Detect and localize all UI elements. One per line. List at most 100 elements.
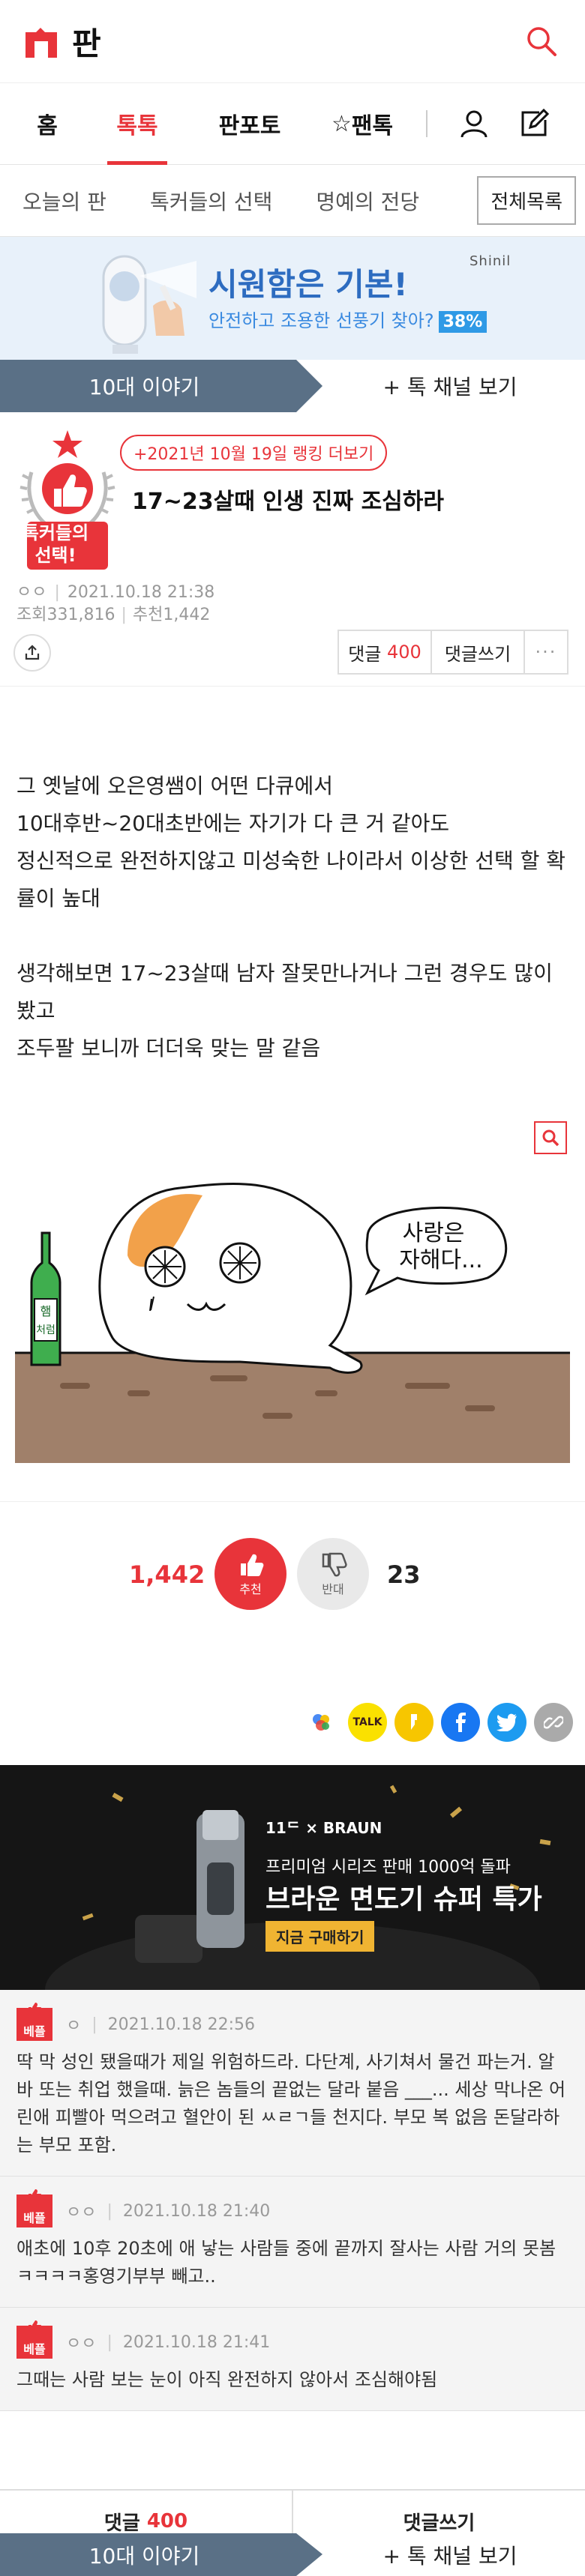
- kakaotalk-share-button[interactable]: TALK: [348, 1703, 387, 1742]
- bottle-label-1: 햄: [40, 1304, 52, 1318]
- nav-divider: [426, 110, 428, 137]
- comment-sep: |: [92, 2015, 98, 2034]
- comments-button-label: 댓글: [104, 2512, 140, 2535]
- top-bar: 판: [0, 0, 585, 82]
- channel-bar: 10대 이야기 + 톡 채널 보기: [0, 360, 585, 412]
- comment-user: ㅇㅇ: [66, 2204, 97, 2222]
- body-line: 정신적으로 완전하지않고 미성숙한 나이라서 이상한 선택 할 확률이 높대: [16, 848, 566, 911]
- ad-subline-text: 안전하고 조용한 선풍기 찾아?: [208, 310, 434, 331]
- subnav-talkers-choice[interactable]: 톡커들의 선택: [150, 186, 272, 216]
- n-logo-icon: [26, 25, 58, 58]
- nav-panfoto[interactable]: 판포토: [194, 82, 306, 165]
- post-title: 17~23살때 인생 진짜 조심하라: [132, 489, 444, 515]
- post-illustration: 사랑은 자해다... 햄 처럼: [15, 1165, 570, 1463]
- star-icon: ☆: [331, 110, 352, 137]
- comment-item: 베플 ㅇㅇ | 2021.10.18 21:40 애초에 10후 20초에 애 낳는…: [0, 2177, 585, 2308]
- more-options-button[interactable]: ···: [525, 631, 567, 673]
- best-thumb-icon: [28, 2320, 42, 2331]
- my-page-button[interactable]: [444, 82, 504, 165]
- kakaostory-icon: [411, 1714, 417, 1730]
- best-label: 베플: [23, 2342, 46, 2356]
- channel-more-link-bottom[interactable]: + 톡 채널 보기: [322, 2533, 585, 2576]
- body-line: [16, 917, 572, 955]
- subnav-today[interactable]: 오늘의 판: [22, 186, 106, 216]
- copy-link-button[interactable]: [534, 1703, 573, 1742]
- logo-text: 판: [72, 25, 101, 62]
- google-share-button[interactable]: [302, 1703, 340, 1742]
- subnav-hall-of-fame[interactable]: 명예의 전당: [316, 186, 419, 216]
- best-thumb-icon: [28, 2189, 42, 2200]
- meta-separator-2: |: [121, 606, 127, 624]
- image-zoom-button[interactable]: [534, 1121, 567, 1154]
- recs-count: 1,442: [163, 606, 211, 624]
- comment-user: ㅇ: [66, 2017, 82, 2036]
- post-meta-author: ㅇㅇ | 2021.10.18 21:38: [16, 579, 214, 603]
- comment-date: 2021.10.18 21:41: [122, 2332, 271, 2352]
- post-date: 2021.10.18 21:38: [67, 583, 215, 602]
- fan-product-image: [93, 246, 198, 358]
- ad-bottom-cta[interactable]: 지금 구매하기: [266, 1921, 375, 1952]
- ad-brand: Shinil: [470, 253, 512, 269]
- comment-user: ㅇㅇ: [66, 2335, 97, 2353]
- write-comment-button[interactable]: 댓글쓰기: [432, 631, 525, 673]
- upvote-label: 추천: [239, 1582, 262, 1596]
- search-icon: [527, 27, 556, 56]
- post-comment-actions: 댓글 400 댓글쓰기 ···: [338, 630, 568, 675]
- facebook-share-button[interactable]: [441, 1703, 480, 1742]
- downvote-button[interactable]: 반대: [297, 1538, 369, 1610]
- badge-text: 톡커들의 선택!: [15, 522, 96, 567]
- channel-name[interactable]: 10대 이야기: [0, 360, 322, 412]
- vote-section: 1,442 추천 반대 23: [0, 1501, 585, 1681]
- user-icon: [460, 110, 488, 138]
- channel-bar-bottom: 10대 이야기 + 톡 채널 보기: [0, 2533, 585, 2576]
- comment-header: 베플 ㅇㅇ | 2021.10.18 21:41: [16, 2320, 568, 2360]
- comment-item: 베플 ㅇ | 2021.10.18 22:56 딱 막 성인 됐을때가 제일 위험하…: [0, 1990, 585, 2177]
- ad-headline: 시원함은 기본!: [208, 266, 408, 303]
- best-comments: 베플 ㅇ | 2021.10.18 22:56 딱 막 성인 됐을때가 제일 위험하…: [0, 1990, 585, 2411]
- views-count: 331,816: [46, 606, 116, 624]
- meta-separator: |: [54, 583, 60, 602]
- twitter-share-button[interactable]: [488, 1703, 526, 1742]
- ranking-more-link[interactable]: +2021년 10월 19일 랭킹 더보기: [120, 435, 388, 471]
- post-meta-stats: 조회331,816 | 추천1,442: [16, 601, 210, 625]
- fan-ad-banner[interactable]: 시원함은 기본! 안전하고 조용한 선풍기 찾아? 38% Shinil: [0, 237, 585, 360]
- sub-nav: 오늘의 판 톡커들의 선택 명예의 전당 전체목록: [0, 165, 585, 237]
- twitter-icon: [496, 1713, 517, 1731]
- ad-bottom-line2: 브라운 면도기 슈퍼 특가: [266, 1884, 542, 1915]
- upvote-button[interactable]: 추천: [214, 1538, 286, 1610]
- braun-ad-banner[interactable]: 11ᄃ × BRAUN 프리미엄 시리즈 판매 1000억 돌파 브라운 면도기…: [0, 1765, 585, 1990]
- best-label: 베플: [23, 2211, 46, 2225]
- recs-label: 추천: [132, 606, 164, 624]
- post-body: 그 옛날에 오은영쌤이 어떤 다큐에서 10대후반~20대초반에는 자기가 다 …: [16, 767, 572, 1067]
- best-comment-badge: 베플: [16, 2003, 52, 2041]
- ad-bottom-line1: 프리미엄 시리즈 판매 1000억 돌파: [266, 1858, 511, 1877]
- main-nav: 홈 톡톡 판포토 ☆ 팬톡: [0, 82, 585, 165]
- body-line: 10대후반~20대초반에는 자기가 다 큰 거 같아도: [16, 811, 450, 836]
- speech-line-2: 자해다...: [399, 1247, 482, 1273]
- all-list-button[interactable]: 전체목록: [477, 176, 576, 225]
- search-button[interactable]: [520, 20, 562, 62]
- body-line: 생각해보면 17~23살때 남자 잘못만나거나 그런 경우도 많이 봤고: [16, 961, 553, 1023]
- upvote-count: 1,442: [129, 1560, 206, 1589]
- comment-count-button[interactable]: 댓글 400: [339, 631, 432, 673]
- thumbs-up-icon: [241, 1554, 264, 1576]
- body-line: 그 옛날에 오은영쌤이 어떤 다큐에서: [16, 773, 334, 798]
- nav-home[interactable]: 홈: [14, 82, 81, 165]
- kakaostory-share-button[interactable]: [394, 1703, 434, 1742]
- comment-text: 애초에 10후 20초에 애 낳는 사람들 중에 끝까지 잘사는 사람 거의 못…: [16, 2238, 556, 2287]
- ad-subline: 안전하고 조용한 선풍기 찾아? 38%: [208, 306, 488, 333]
- nav-pantok[interactable]: ☆ 팬톡: [306, 82, 418, 165]
- comment-count: 400: [387, 642, 422, 663]
- comment-header: 베플 ㅇ | 2021.10.18 22:56: [16, 2003, 568, 2042]
- nav-toktok[interactable]: 톡톡: [81, 82, 194, 165]
- share-button[interactable]: [14, 634, 51, 672]
- best-thumb-icon: [28, 2003, 42, 2013]
- comment-sep: |: [106, 2201, 112, 2221]
- write-button[interactable]: [504, 82, 564, 165]
- best-label: 베플: [23, 2024, 46, 2039]
- comment-header: 베플 ㅇㅇ | 2021.10.18 21:40: [16, 2189, 568, 2229]
- comment-date: 2021.10.18 22:56: [107, 2015, 256, 2034]
- logo[interactable]: 판: [26, 19, 101, 64]
- channel-name-bottom[interactable]: 10대 이야기: [0, 2533, 322, 2576]
- channel-more-link[interactable]: + 톡 채널 보기: [322, 360, 585, 412]
